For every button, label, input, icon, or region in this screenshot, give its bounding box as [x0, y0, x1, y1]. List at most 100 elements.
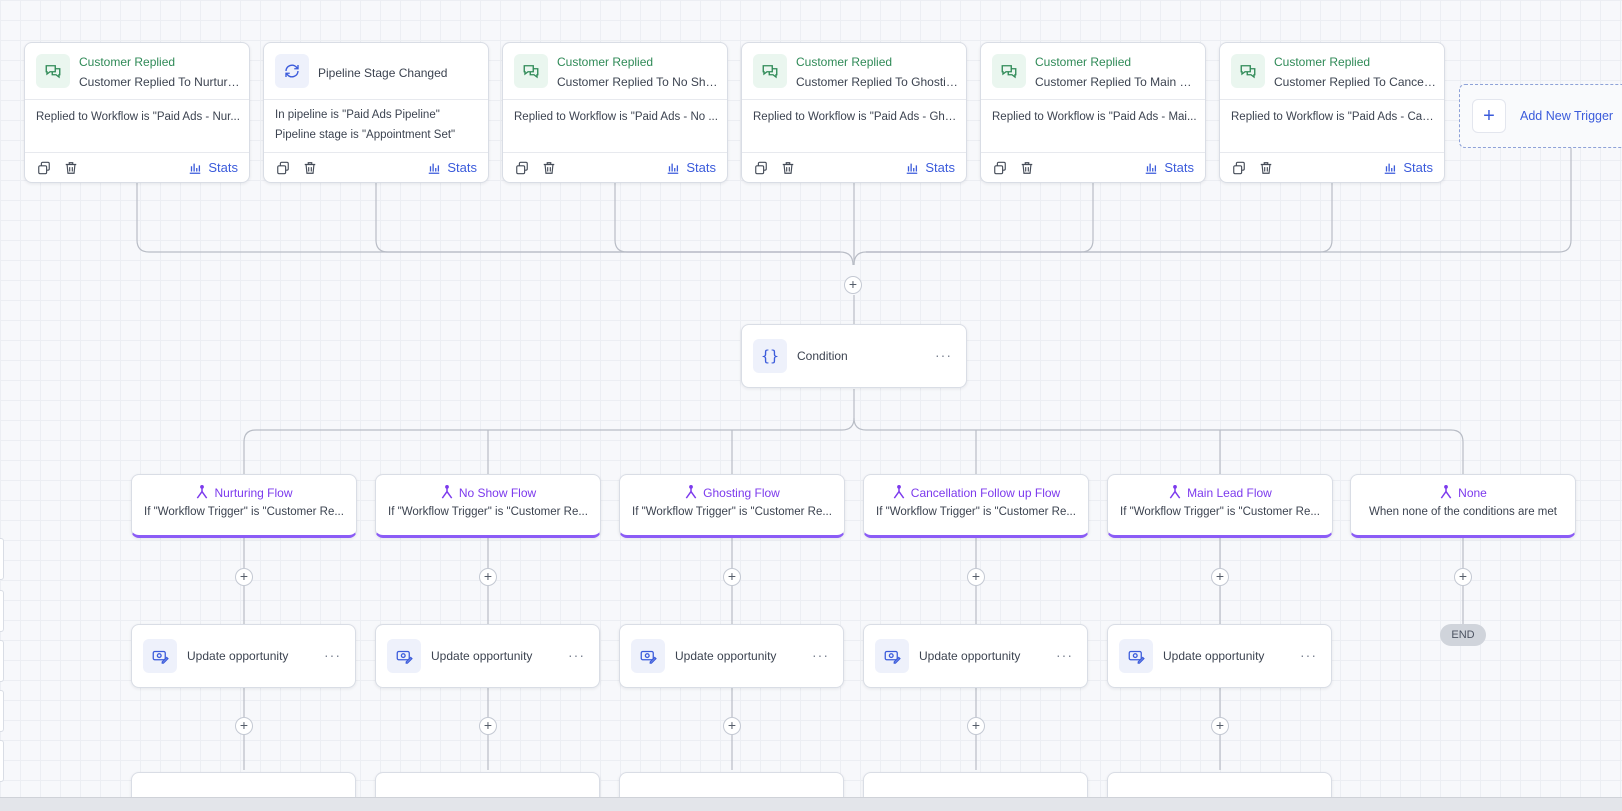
trash-icon[interactable] [64, 161, 78, 175]
more-options-icon[interactable]: ··· [1300, 647, 1317, 663]
trash-icon[interactable] [303, 161, 317, 175]
braces-icon: {} [753, 339, 787, 373]
trigger-footer: Stats [503, 153, 727, 183]
branch-title-text: Ghosting Flow [703, 485, 780, 500]
branch-description: When none of the conditions are met [1369, 506, 1557, 518]
update-opportunity-action[interactable]: Update opportunity ··· [375, 624, 600, 688]
trigger-title: Customer Replied [557, 55, 654, 69]
trigger-footer: Stats [1220, 153, 1444, 183]
chat-bubbles-icon [514, 54, 548, 88]
copy-icon[interactable] [754, 161, 768, 175]
branch-fork-icon [685, 485, 697, 499]
plus-icon: + [1472, 99, 1506, 133]
copy-icon[interactable] [515, 161, 529, 175]
stats-button[interactable]: Stats [188, 160, 238, 175]
trash-icon[interactable] [542, 161, 556, 175]
more-options-icon[interactable]: ··· [1056, 647, 1073, 663]
trigger-card[interactable]: Customer Replied Customer Replied To Mai… [980, 42, 1206, 183]
update-opportunity-action[interactable]: Update opportunity ··· [1107, 624, 1332, 688]
update-opportunity-action[interactable]: Update opportunity ··· [619, 624, 844, 688]
update-opportunity-action[interactable]: Update opportunity ··· [131, 624, 356, 688]
copy-icon[interactable] [276, 161, 290, 175]
add-action-button[interactable]: + [723, 568, 741, 586]
add-action-button[interactable]: + [723, 717, 741, 735]
stats-button[interactable]: Stats [1144, 160, 1194, 175]
more-options-icon[interactable]: ··· [324, 647, 341, 663]
add-action-button[interactable]: + [235, 568, 253, 586]
branch-node[interactable]: Main Lead Flow If "Workflow Trigger" is … [1107, 474, 1333, 538]
branch-title-text: Cancellation Follow up Flow [910, 485, 1061, 500]
stats-button[interactable]: Stats [427, 160, 477, 175]
more-options-icon[interactable]: ··· [812, 647, 829, 663]
trash-icon[interactable] [781, 161, 795, 175]
horizontal-scrollbar[interactable] [0, 797, 1622, 811]
add-action-button[interactable]: + [967, 568, 985, 586]
add-action-button[interactable]: + [235, 717, 253, 735]
opportunity-icon [631, 639, 665, 673]
branch-fork-icon [197, 485, 208, 499]
action-label: Update opportunity [431, 649, 533, 663]
trigger-subtitle: Pipeline Stage Changed [318, 66, 448, 80]
offscreen-node[interactable] [0, 690, 4, 732]
stats-label: Stats [686, 160, 716, 175]
opportunity-icon [143, 639, 177, 673]
branch-node[interactable]: Cancellation Follow up Flow If "Workflow… [863, 474, 1089, 538]
stats-button[interactable]: Stats [905, 160, 955, 175]
trigger-header: Customer Replied Customer Replied To Nur… [25, 43, 249, 100]
add-new-trigger-button[interactable]: + Add New Trigger [1459, 84, 1622, 148]
copy-icon[interactable] [1232, 161, 1246, 175]
copy-icon[interactable] [37, 161, 51, 175]
stats-button[interactable]: Stats [1383, 160, 1433, 175]
trigger-card[interactable]: Customer Replied Customer Replied To Can… [1219, 42, 1445, 183]
trigger-card[interactable]: Customer Replied Customer Replied To Gho… [741, 42, 967, 183]
workflow-canvas[interactable]: Customer Replied Customer Replied To Nur… [0, 0, 1622, 811]
branch-node[interactable]: None When none of the conditions are met [1350, 474, 1576, 538]
stats-button[interactable]: Stats [666, 160, 716, 175]
copy-icon[interactable] [993, 161, 1007, 175]
add-trigger-label: Add New Trigger [1520, 109, 1614, 123]
trigger-card[interactable]: Customer Replied Customer Replied To No … [502, 42, 728, 183]
trash-icon[interactable] [1020, 161, 1034, 175]
branch-title: Main Lead Flow [1108, 485, 1332, 500]
action-label: Update opportunity [675, 649, 777, 663]
trigger-filters: Replied to Workflow is "Paid Ads - Mai..… [981, 100, 1205, 153]
branch-node[interactable]: Ghosting Flow If "Workflow Trigger" is "… [619, 474, 845, 538]
offscreen-node[interactable] [0, 640, 4, 682]
trigger-title: Customer Replied [796, 55, 893, 69]
branch-node[interactable]: Nurturing Flow If "Workflow Trigger" is … [131, 474, 357, 538]
add-action-button[interactable]: + [967, 717, 985, 735]
trigger-card[interactable]: Customer Replied Customer Replied To Nur… [24, 42, 250, 183]
add-action-button[interactable]: + [844, 276, 862, 294]
branch-description: If "Workflow Trigger" is "Customer Re... [388, 506, 588, 518]
end-marker: END [1440, 624, 1486, 646]
add-action-button[interactable]: + [1211, 568, 1229, 586]
trash-icon[interactable] [1259, 161, 1273, 175]
add-action-button[interactable]: + [1211, 717, 1229, 735]
more-options-icon[interactable]: ··· [935, 347, 952, 363]
condition-node[interactable]: {} Condition ··· [741, 324, 967, 388]
bar-chart-icon [190, 163, 201, 174]
branch-fork-icon [441, 485, 453, 499]
add-action-button[interactable]: + [479, 717, 497, 735]
update-opportunity-action[interactable]: Update opportunity ··· [863, 624, 1088, 688]
action-label: Update opportunity [187, 649, 289, 663]
add-action-button[interactable]: + [479, 568, 497, 586]
branch-description: If "Workflow Trigger" is "Customer Re... [632, 506, 832, 518]
offscreen-node[interactable] [0, 538, 4, 580]
offscreen-node[interactable] [0, 590, 4, 632]
offscreen-node[interactable] [0, 740, 4, 782]
bar-chart-icon [1146, 163, 1157, 174]
trigger-title: Customer Replied [79, 55, 176, 69]
stats-label: Stats [1164, 160, 1194, 175]
add-action-button[interactable]: + [1454, 568, 1472, 586]
stats-label: Stats [208, 160, 238, 175]
trigger-card[interactable]: Pipeline Stage Changed In pipeline is "P… [263, 42, 489, 183]
trigger-subtitle: Customer Replied To Nurturin... [79, 75, 241, 89]
branch-title: No Show Flow [376, 485, 600, 500]
stats-label: Stats [1403, 160, 1433, 175]
trigger-filter-line: Replied to Workflow is "Paid Ads - Nur..… [36, 111, 240, 123]
branch-node[interactable]: No Show Flow If "Workflow Trigger" is "C… [375, 474, 601, 538]
condition-label: Condition [797, 349, 848, 363]
more-options-icon[interactable]: ··· [568, 647, 585, 663]
branch-title-text: Main Lead Flow [1187, 485, 1272, 500]
